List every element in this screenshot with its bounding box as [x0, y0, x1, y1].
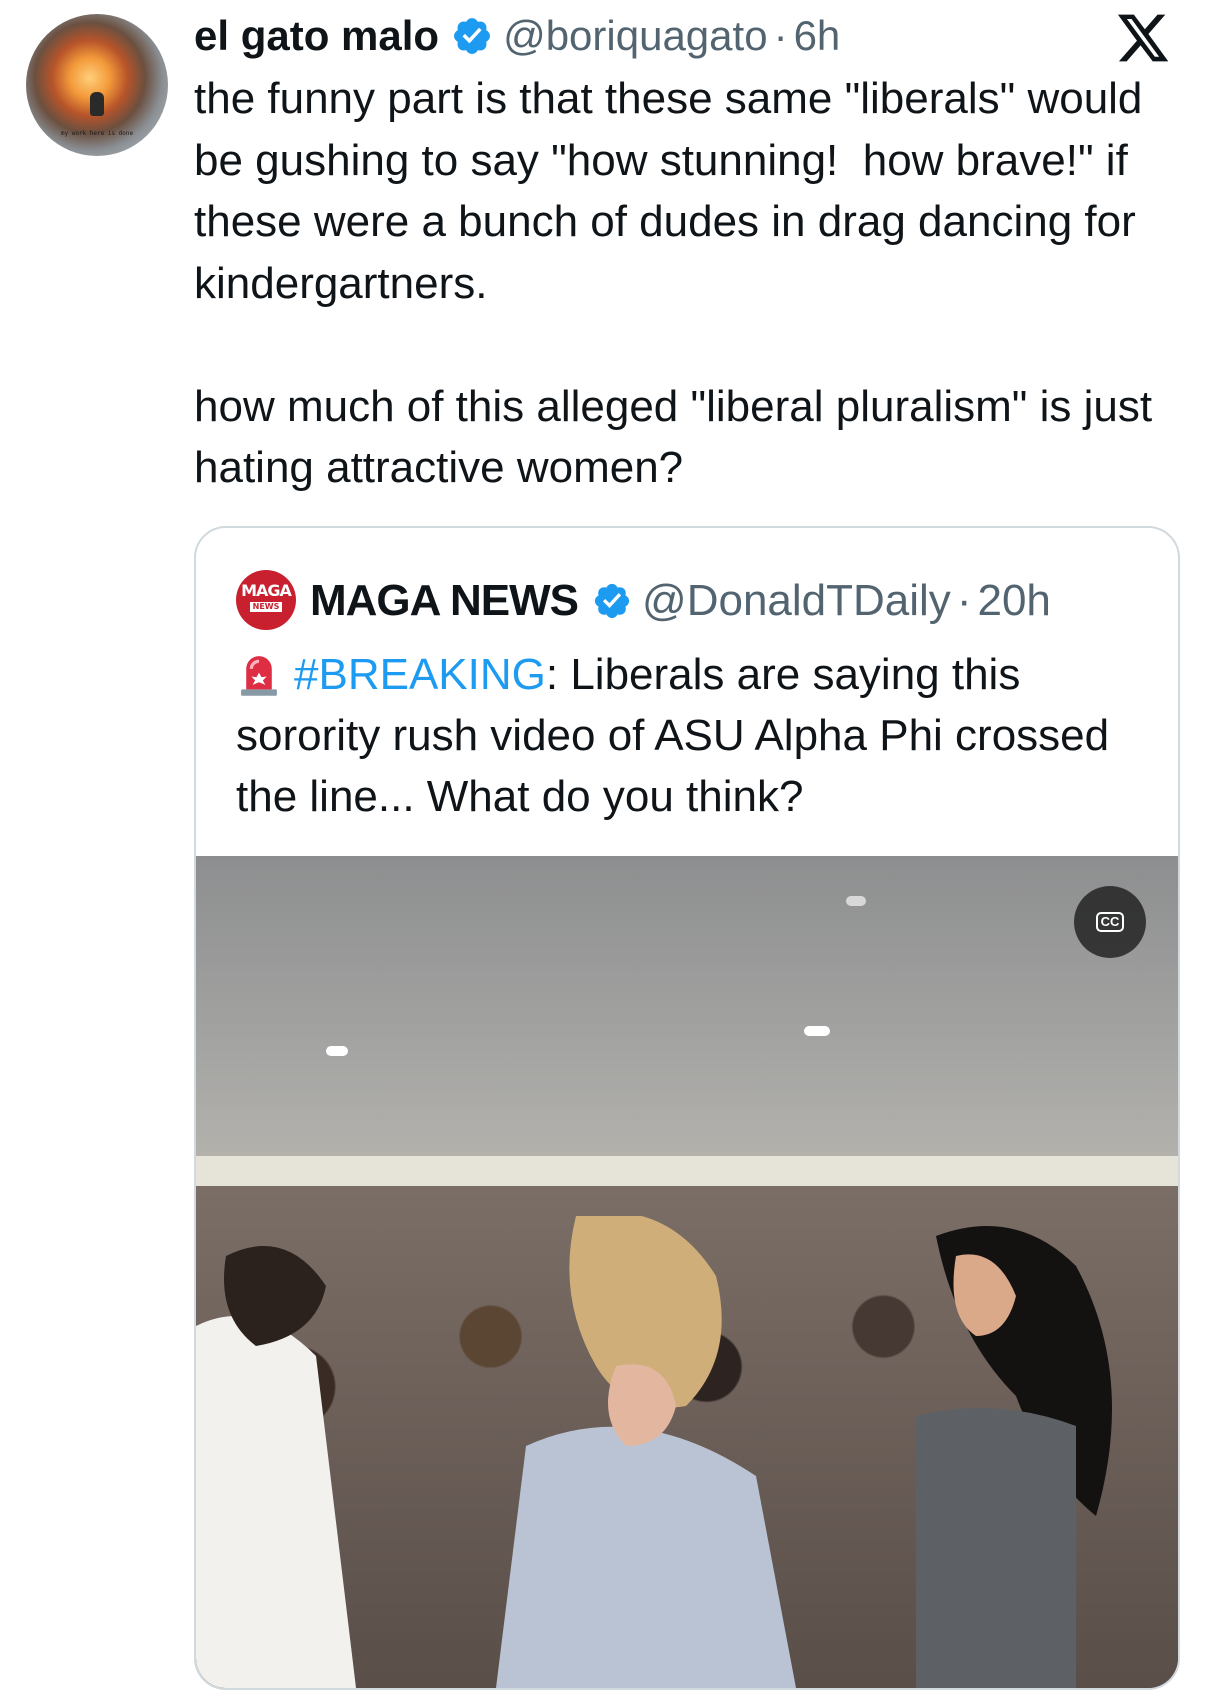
ceiling-light	[804, 1026, 830, 1036]
quoted-tweet-text: #BREAKING: Liberals are saying this soro…	[236, 644, 1136, 827]
quoted-avatar-logo-text: MAGA	[241, 581, 292, 600]
ceiling-fixture	[846, 896, 866, 906]
separator-dot: ·	[773, 12, 788, 59]
captions-button[interactable]: CC	[1074, 886, 1146, 958]
quoted-timestamp[interactable]: 20h	[977, 576, 1050, 626]
rotating-light-icon	[241, 656, 277, 696]
tweet-text: the funny part is that these same "liber…	[194, 68, 1184, 499]
ceiling-light	[326, 1046, 348, 1056]
author-avatar[interactable]: my work here is done	[26, 14, 168, 156]
cc-icon: CC	[1095, 912, 1125, 932]
video-player[interactable]: CC	[196, 856, 1178, 1688]
tweet-header: el gato malo @boriquagato · 6h	[194, 8, 840, 64]
x-logo-icon	[1117, 14, 1169, 62]
quoted-tweet-header: MAGA NEWS @DonaldTDaily · 20h	[310, 572, 1051, 630]
dancers-illustration	[196, 1216, 1112, 1688]
avatar-caption: my work here is done	[60, 130, 134, 137]
tweet-paragraph-2: how much of this alleged "liberal plural…	[194, 381, 1165, 493]
timestamp[interactable]: 6h	[794, 8, 841, 64]
author-name[interactable]: el gato malo	[194, 8, 439, 64]
quoted-author-avatar[interactable]: MAGA NEWS	[236, 570, 296, 630]
breaking-hashtag-link[interactable]: #BREAKING	[294, 650, 546, 699]
tweet-paragraph-spacer: ​	[194, 314, 1184, 376]
wall-trim	[196, 1156, 1178, 1190]
verified-badge-icon	[454, 18, 490, 54]
verified-badge-icon	[594, 583, 630, 619]
quoted-author-name[interactable]: MAGA NEWS	[310, 576, 579, 626]
author-handle[interactable]: @boriquagato	[503, 8, 768, 64]
quoted-author-handle[interactable]: @DonaldTDaily	[642, 576, 951, 626]
separator-dot: ·	[956, 576, 972, 625]
quoted-avatar-logo-subtext: NEWS	[250, 602, 282, 612]
quoted-tweet-card[interactable]: MAGA NEWS MAGA NEWS @DonaldTDaily · 20h …	[194, 526, 1180, 1690]
avatar-cat-silhouette	[90, 92, 104, 116]
tweet-paragraph-1: the funny part is that these same "liber…	[194, 74, 1155, 308]
